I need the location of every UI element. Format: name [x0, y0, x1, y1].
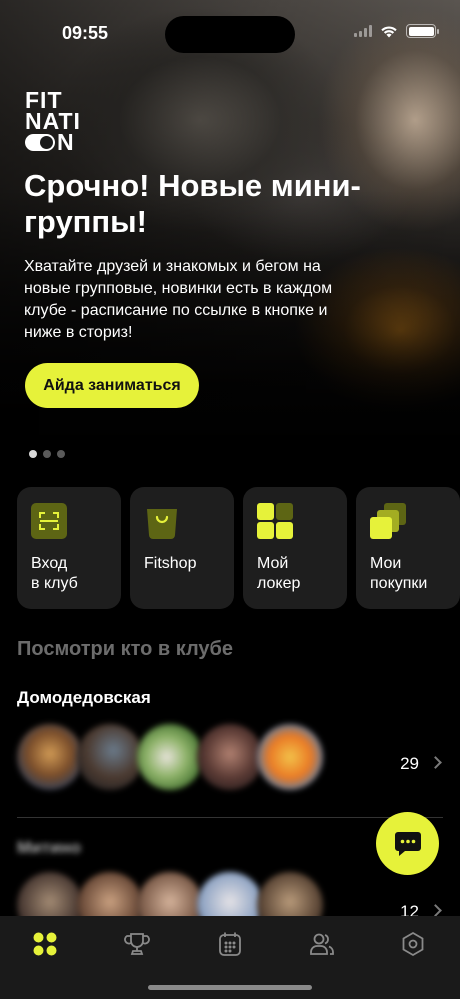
home-indicator	[148, 985, 312, 990]
avatar[interactable]	[77, 724, 143, 790]
tab-community[interactable]	[298, 928, 346, 960]
avatar[interactable]	[17, 724, 83, 790]
purchases-icon	[370, 503, 406, 539]
carousel-pagination[interactable]	[29, 450, 65, 458]
wifi-icon	[381, 25, 397, 37]
status-bar: 09:55	[0, 0, 460, 60]
logo-line-3: N	[57, 129, 75, 155]
club-members-avatars[interactable]	[17, 724, 323, 790]
status-time: 09:55	[62, 23, 109, 43]
scan-icon	[31, 503, 67, 539]
users-icon	[310, 933, 334, 955]
who-in-club-title: Посмотри кто в клубе	[17, 638, 234, 660]
tab-settings[interactable]	[389, 928, 437, 960]
chevron-right-icon[interactable]	[429, 756, 442, 769]
tile-label: Fitshop	[144, 555, 197, 572]
club-name: Домодедовская	[17, 688, 151, 707]
club-members-count: 29	[400, 754, 419, 773]
chat-bubble-icon	[394, 831, 421, 856]
hero-title: Срочно! Новые мини-группы!	[24, 168, 361, 239]
shopping-bag-icon	[147, 509, 177, 539]
avatar[interactable]	[197, 724, 263, 790]
avatar[interactable]	[137, 724, 203, 790]
my-locker-tile[interactable]: Мой локер	[243, 487, 347, 609]
avatar[interactable]	[257, 724, 323, 790]
quick-actions: Вход в клуб Fitshop Мой локер Мои покупк…	[17, 487, 460, 609]
tab-schedule[interactable]	[206, 928, 254, 960]
hero-cta-button[interactable]: Айда заниматься	[25, 363, 199, 408]
divider	[17, 817, 443, 818]
trophy-icon	[124, 933, 150, 955]
my-purchases-tile[interactable]: Мои покупки	[356, 487, 460, 609]
logo-toggle-icon	[25, 134, 55, 151]
hexagon-icon	[402, 931, 424, 957]
chat-button[interactable]	[376, 812, 439, 875]
carousel-dot-3[interactable]	[57, 450, 65, 458]
carousel-dot-1[interactable]	[29, 450, 37, 458]
hero-description: Хватайте друзей и знакомых и бегом на но…	[24, 258, 333, 341]
tile-label: Мой локер	[257, 555, 301, 592]
battery-icon	[406, 24, 439, 38]
carousel-dot-2[interactable]	[43, 450, 51, 458]
club-entry-tile[interactable]: Вход в клуб	[17, 487, 121, 609]
club-name: Митино	[17, 838, 82, 857]
grid-dots-icon	[33, 932, 57, 956]
fitshop-tile[interactable]: Fitshop	[130, 487, 234, 609]
tab-home[interactable]	[21, 928, 69, 960]
status-icons	[354, 24, 439, 38]
tile-label: Вход в клуб	[31, 555, 78, 592]
calendar-icon	[219, 932, 241, 956]
tab-achievements[interactable]	[113, 928, 161, 960]
cellular-signal-icon	[354, 25, 372, 37]
chevron-right-icon[interactable]	[429, 904, 442, 917]
dynamic-island	[165, 16, 295, 53]
locker-grid-icon	[257, 503, 293, 539]
tile-label: Мои покупки	[370, 555, 428, 592]
fitnation-logo: FIT NATI N	[25, 89, 81, 155]
